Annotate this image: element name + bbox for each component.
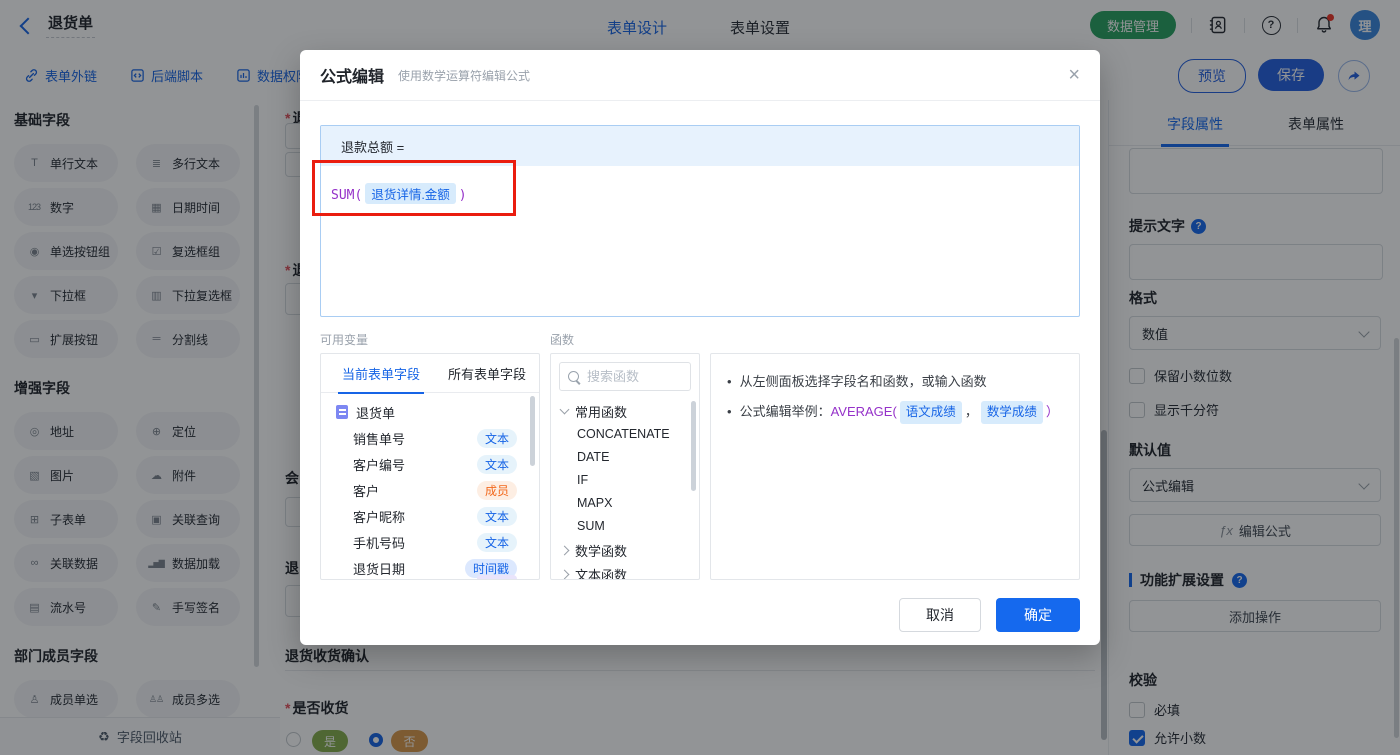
clipped-tag-fragment: [477, 575, 517, 579]
formula-editor[interactable]: 退款总额 = SUM(退货详情.金额): [320, 125, 1080, 317]
variable-row[interactable]: 手机号码 文本: [321, 529, 539, 555]
variable-row[interactable]: 销售单号 文本: [321, 425, 539, 451]
variable-row[interactable]: 客户 成员: [321, 477, 539, 503]
form-doc-icon: [336, 405, 348, 419]
function-item[interactable]: SUM: [551, 515, 699, 538]
tip-line-example: • 公式编辑举例：AVERAGE(语文成绩，数学成绩）: [727, 401, 1063, 424]
functions-scrollbar[interactable]: [691, 401, 696, 491]
type-tag: 成员: [476, 480, 517, 500]
variables-panel: 当前表单字段 所有表单字段 退货单 销售单号 文本 客户编号 文本 客户 成员 客户昵…: [320, 353, 540, 580]
functions-label: 函数: [550, 333, 575, 347]
type-tag: 文本: [476, 454, 517, 474]
function-token: AVERAGE(: [830, 404, 897, 419]
chevron-right-icon: [559, 545, 570, 555]
field-chip: 数学成绩: [980, 401, 1043, 424]
function-token: SUM(: [331, 188, 363, 203]
variable-row[interactable]: 客户编号 文本: [321, 451, 539, 477]
function-group-text[interactable]: 文本函数: [551, 562, 699, 579]
form-tree-root[interactable]: 退货单: [321, 399, 539, 425]
paren-token: ): [458, 188, 467, 203]
search-icon: [568, 371, 579, 382]
formula-target-bar: 退款总额 =: [321, 126, 1079, 166]
formula-editor-dialog: 公式编辑 使用数学运算符编辑公式 × 退款总额 = SUM(退货详情.金额) 可…: [300, 50, 1100, 645]
function-group-math[interactable]: 数学函数: [551, 538, 699, 562]
tab-current-form-fields[interactable]: 当前表单字段: [337, 364, 425, 394]
cancel-button[interactable]: 取消: [899, 598, 981, 632]
close-icon[interactable]: ×: [1068, 65, 1080, 85]
tab-all-form-fields[interactable]: 所有表单字段: [448, 364, 526, 383]
variables-label: 可用变量: [320, 333, 369, 347]
function-group-common[interactable]: 常用函数: [551, 399, 699, 423]
tips-panel: • 从左侧面板选择字段名和函数，或输入函数 • 公式编辑举例：AVERAGE(语…: [710, 353, 1080, 580]
function-item[interactable]: DATE: [551, 446, 699, 469]
field-chip: 语文成绩: [899, 401, 962, 424]
variable-row[interactable]: 客户昵称 文本: [321, 503, 539, 529]
app-window: 退货单 表单设计 表单设置 数据管理 ? 理 表单外链 后端脚本 数据权限 预览…: [0, 0, 1400, 755]
functions-panel: 常用函数 CONCATENATE DATE IF MAPX SUM 数学函数: [550, 353, 700, 580]
function-search-box[interactable]: [559, 362, 691, 391]
function-item[interactable]: MAPX: [551, 492, 699, 515]
field-chip: 退货详情.金额: [365, 183, 456, 204]
type-tag: 文本: [476, 532, 517, 552]
dialog-subtitle: 使用数学运算符编辑公式: [398, 68, 531, 83]
type-tag: 文本: [476, 506, 517, 526]
dialog-title: 公式编辑: [320, 69, 385, 86]
formula-expression[interactable]: SUM(退货详情.金额): [321, 166, 1079, 221]
dialog-header: 公式编辑 使用数学运算符编辑公式 ×: [300, 50, 1100, 101]
function-item[interactable]: IF: [551, 469, 699, 492]
function-search-input[interactable]: [585, 368, 679, 385]
tip-line: • 从左侧面板选择字段名和函数，或输入函数: [727, 374, 987, 389]
chevron-down-icon: [559, 404, 570, 415]
variables-scrollbar[interactable]: [530, 396, 535, 466]
chevron-right-icon: [559, 569, 570, 579]
function-item[interactable]: CONCATENATE: [551, 423, 699, 446]
confirm-button[interactable]: 确定: [996, 598, 1080, 632]
type-tag: 文本: [476, 428, 517, 448]
